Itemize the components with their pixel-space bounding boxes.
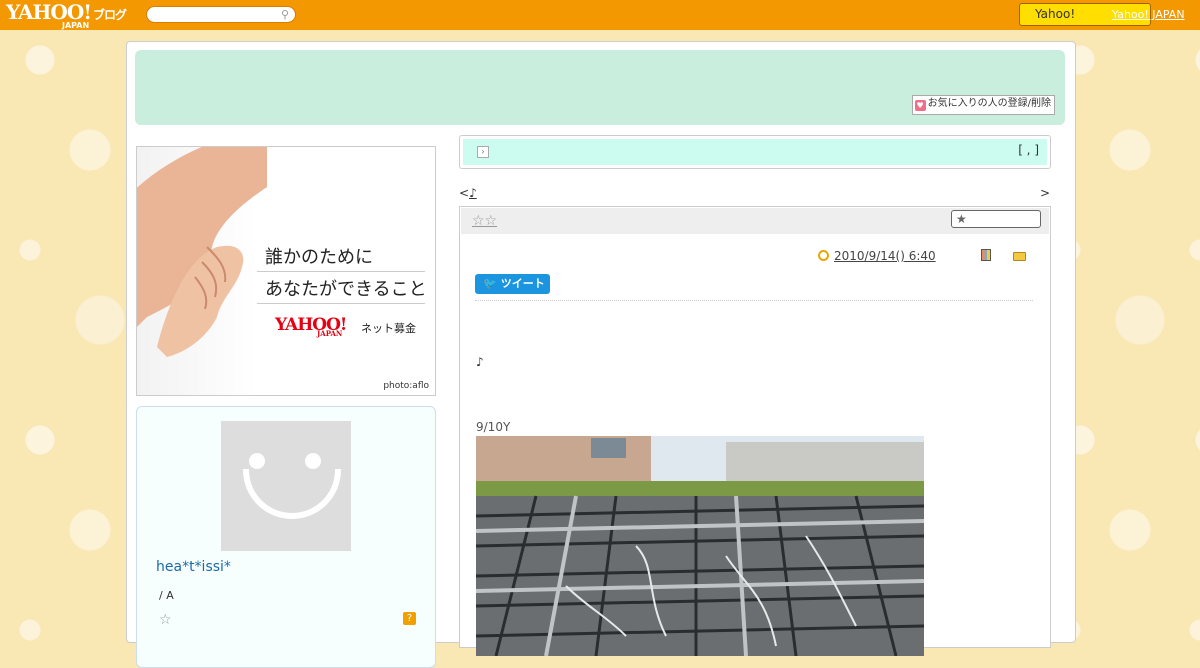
article: ☆☆ ★ 2010/9/14() 6:40 🐦 ツイート ♪ 9/10Y (459, 206, 1051, 656)
folder-icon[interactable] (1013, 252, 1026, 261)
star-outline-icon[interactable]: ☆ (159, 612, 172, 628)
search-icon[interactable]: ⚲ (281, 8, 289, 21)
main-container: ♥ お気に入りの人の登録/削除 誰かのために あなたができること YAHOO! J… (126, 41, 1076, 668)
twitter-bird-icon: 🐦 (483, 277, 497, 290)
banner-line-1: 誰かのために (265, 247, 373, 268)
article-title[interactable]: ☆☆ (472, 213, 497, 229)
favorite-user-button[interactable]: ♥ お気に入りの人の登録/削除 (911, 95, 1055, 115)
help-icon[interactable]: ? (403, 612, 416, 625)
prev-nav: <♪ (459, 186, 477, 200)
divider (475, 300, 1033, 301)
star-icon: ★ (956, 212, 967, 226)
banner-credit: photo:aflo (383, 381, 429, 391)
ticker-bar: › [ , ] (459, 135, 1051, 169)
yahoo-blog-logo[interactable]: YAHOO! ブログ JAPAN (6, 2, 127, 30)
prev-arrow: < (459, 186, 470, 200)
photo-caption: 9/10Y (476, 420, 511, 434)
ticker-inner: › [ , ] (463, 139, 1047, 165)
article-date: 2010/9/14() 6:40 (818, 249, 936, 263)
yahoo-button-label: Yahoo! (1035, 7, 1076, 21)
logo-sub-text: JAPAN (62, 21, 90, 30)
top-bar: YAHOO! ブログ JAPAN ⚲ Yahoo! Yahoo! JAPAN (0, 0, 1200, 30)
banner-divider (257, 303, 425, 304)
book-icon[interactable] (981, 249, 991, 261)
article-date-link[interactable]: 2010/9/14() 6:40 (834, 249, 936, 263)
construction-photo[interactable] (476, 436, 924, 656)
avatar-eye (305, 453, 321, 469)
avatar-eye (249, 453, 265, 469)
banner-divider (257, 271, 425, 272)
banner-line-2: あなたができること (265, 279, 427, 300)
blog-header: ♥ お気に入りの人の登録/削除 (135, 50, 1065, 125)
tweet-button-label: ツイート (500, 277, 545, 290)
favorite-user-button-label: お気に入りの人の登録/削除 (927, 98, 1051, 109)
profile-box: hea*t*issi* / A ☆ ? (136, 406, 436, 668)
handshake-image (137, 147, 267, 357)
avatar-smile (243, 469, 341, 519)
logo-blog-text: ブログ (93, 8, 127, 22)
ticker-arrow-icon[interactable]: › (477, 146, 489, 158)
heart-icon: ♥ (914, 100, 926, 111)
profile-name[interactable]: hea*t*issi* (156, 559, 231, 575)
yahoo-japan-link[interactable]: Yahoo! JAPAN (1112, 8, 1185, 21)
ticker-right-text[interactable]: [ , ] (1018, 143, 1039, 157)
banner-logo-sub: JAPAN (317, 329, 343, 338)
prev-article-link[interactable]: ♪ (469, 186, 477, 200)
tweet-button[interactable]: 🐦 ツイート (475, 274, 550, 294)
next-article-link[interactable]: > (1040, 186, 1050, 200)
article-header: ☆☆ ★ (461, 208, 1049, 234)
profile-subtitle: / A (159, 589, 174, 602)
yahoo-red-logo: YAHOO! JAPAN (275, 315, 347, 338)
article-note: ♪ (476, 355, 484, 369)
banner-tagline: ネット募金 (361, 322, 416, 335)
avatar[interactable] (221, 421, 351, 551)
search-box: ⚲ (146, 6, 296, 23)
favorite-article-button[interactable]: ★ (951, 210, 1041, 228)
clock-icon (818, 250, 829, 261)
search-input[interactable] (155, 8, 279, 23)
charity-banner[interactable]: 誰かのために あなたができること YAHOO! JAPAN ネット募金 phot… (136, 146, 436, 396)
